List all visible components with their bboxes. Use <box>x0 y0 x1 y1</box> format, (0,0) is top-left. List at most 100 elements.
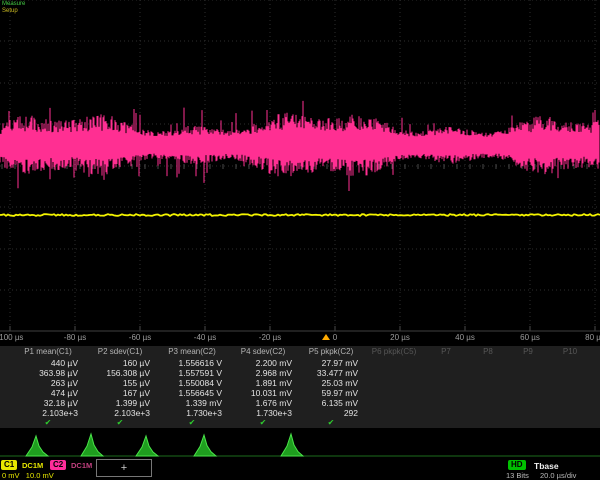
param-value-cell <box>508 358 548 368</box>
param-value-cell: 25.03 mV <box>298 378 364 388</box>
param-value-cell: 1.730e+3 <box>228 408 298 418</box>
descriptor-bar: C1 DC1M C2 DC1M 0 mV 10.0 mV + HD Tbase … <box>0 458 600 480</box>
param-value-cell: 292 <box>298 408 364 418</box>
param-value-cell: 167 µV <box>84 388 156 398</box>
time-label: 40 µs <box>455 333 475 342</box>
param-header[interactable]: P1 mean(C1) <box>12 346 84 358</box>
param-value-cell <box>468 388 508 398</box>
c2-noise-trace <box>0 101 599 191</box>
param-status-check: ✔ <box>228 418 298 428</box>
param-header[interactable]: P6 pkpk(C5) <box>364 346 424 358</box>
time-label: -40 µs <box>194 333 216 342</box>
param-value-cell: 1.676 mV <box>228 398 298 408</box>
param-value-cell: 1.556645 V <box>156 388 228 398</box>
param-value-cell <box>468 398 508 408</box>
param-value-cell: 59.97 mV <box>298 388 364 398</box>
param-value-cell: 2.103e+3 <box>84 408 156 418</box>
param-value-cell <box>364 398 424 408</box>
param-value-cell <box>508 368 548 378</box>
param-header[interactable]: P3 mean(C2) <box>156 346 228 358</box>
param-value-cell <box>424 408 468 418</box>
time-axis-labels: -100 µs-80 µs-60 µs-40 µs-20 µs020 µs40 … <box>0 332 600 345</box>
histicon-peak <box>281 434 303 456</box>
param-header[interactable]: P2 sdev(C1) <box>84 346 156 358</box>
axis-ticks <box>2 164 595 331</box>
waveform-display <box>0 0 600 332</box>
param-header[interactable]: P9 <box>508 346 548 358</box>
time-label: -60 µs <box>129 333 151 342</box>
c2-coupling-label: DC1M <box>71 461 92 470</box>
annotation-line1: Measure <box>2 1 25 8</box>
c1-scale-offset: 0 mV 10.0 mV <box>2 471 54 480</box>
timebase-label[interactable]: Tbase <box>534 461 559 471</box>
param-value-cell <box>548 398 592 408</box>
param-value-cell <box>364 378 424 388</box>
hd-bits-label: 13 Bits <box>506 471 529 480</box>
param-value-cell <box>364 368 424 378</box>
channel-c1-badge[interactable]: C1 <box>1 460 17 470</box>
param-value-cell: 263 µV <box>12 378 84 388</box>
param-value-cell: 1.730e+3 <box>156 408 228 418</box>
param-value-cell <box>364 408 424 418</box>
histicon-peak <box>194 435 216 456</box>
param-status-check: ✔ <box>84 418 156 428</box>
time-label: 0 <box>333 333 337 342</box>
param-value-cell <box>508 408 548 418</box>
param-value-cell: 2.103e+3 <box>12 408 84 418</box>
param-status-check <box>424 418 468 428</box>
time-label: 20 µs <box>390 333 410 342</box>
hd-mode-badge[interactable]: HD <box>508 460 526 470</box>
param-status-check <box>468 418 508 428</box>
annotation-line2: Setup <box>2 8 25 15</box>
param-value-cell: 160 µV <box>84 358 156 368</box>
param-value-cell: 156.308 µV <box>84 368 156 378</box>
param-status-check <box>508 418 548 428</box>
time-label: -20 µs <box>259 333 281 342</box>
param-status-check: ✔ <box>12 418 84 428</box>
param-header[interactable]: P10 <box>548 346 592 358</box>
param-value-cell <box>424 358 468 368</box>
param-value-cell <box>548 358 592 368</box>
param-value-cell <box>548 388 592 398</box>
param-value-cell: 474 µV <box>12 388 84 398</box>
param-value-cell: 1.399 µV <box>84 398 156 408</box>
param-value-cell <box>468 358 508 368</box>
add-trace-button[interactable]: + <box>96 459 152 477</box>
parameter-histicons <box>0 428 600 458</box>
param-header[interactable]: P8 <box>468 346 508 358</box>
param-status-check <box>548 418 592 428</box>
param-value-cell: 2.200 mV <box>228 358 298 368</box>
param-value-cell: 2.968 mV <box>228 368 298 378</box>
c1-trace <box>0 214 600 216</box>
trigger-position-marker[interactable] <box>322 334 330 340</box>
param-header[interactable]: P5 pkpk(C2) <box>298 346 364 358</box>
param-value-cell: 1.557591 V <box>156 368 228 378</box>
graticule <box>0 0 600 331</box>
param-value-cell: 1.339 mV <box>156 398 228 408</box>
param-status-check <box>364 418 424 428</box>
param-header[interactable]: P7 <box>424 346 468 358</box>
c1-offset-value: 0 mV <box>2 471 20 480</box>
param-value-cell: 1.891 mV <box>228 378 298 388</box>
param-value-cell: 1.550084 V <box>156 378 228 388</box>
param-value-cell <box>468 378 508 388</box>
histicon-peak <box>136 436 158 456</box>
top-left-annotation: Measure Setup <box>2 1 25 15</box>
channel-c2-badge[interactable]: C2 <box>50 460 66 470</box>
timebase-scale: 20.0 µs/div <box>540 471 576 480</box>
param-value-cell <box>364 388 424 398</box>
param-value-cell <box>548 368 592 378</box>
param-header[interactable]: P4 sdev(C2) <box>228 346 298 358</box>
time-label: 60 µs <box>520 333 540 342</box>
param-value-cell: 27.97 mV <box>298 358 364 368</box>
param-status-check: ✔ <box>298 418 364 428</box>
param-value-cell <box>468 368 508 378</box>
param-value-cell <box>364 358 424 368</box>
param-value-cell <box>424 388 468 398</box>
param-value-cell <box>548 408 592 418</box>
time-label: 80 µs <box>585 333 600 342</box>
waveform-grid: Measure Setup <box>0 0 600 332</box>
param-value-cell <box>508 378 548 388</box>
c1-coupling-label: DC1M <box>22 461 43 470</box>
param-value-cell: 363.98 µV <box>12 368 84 378</box>
